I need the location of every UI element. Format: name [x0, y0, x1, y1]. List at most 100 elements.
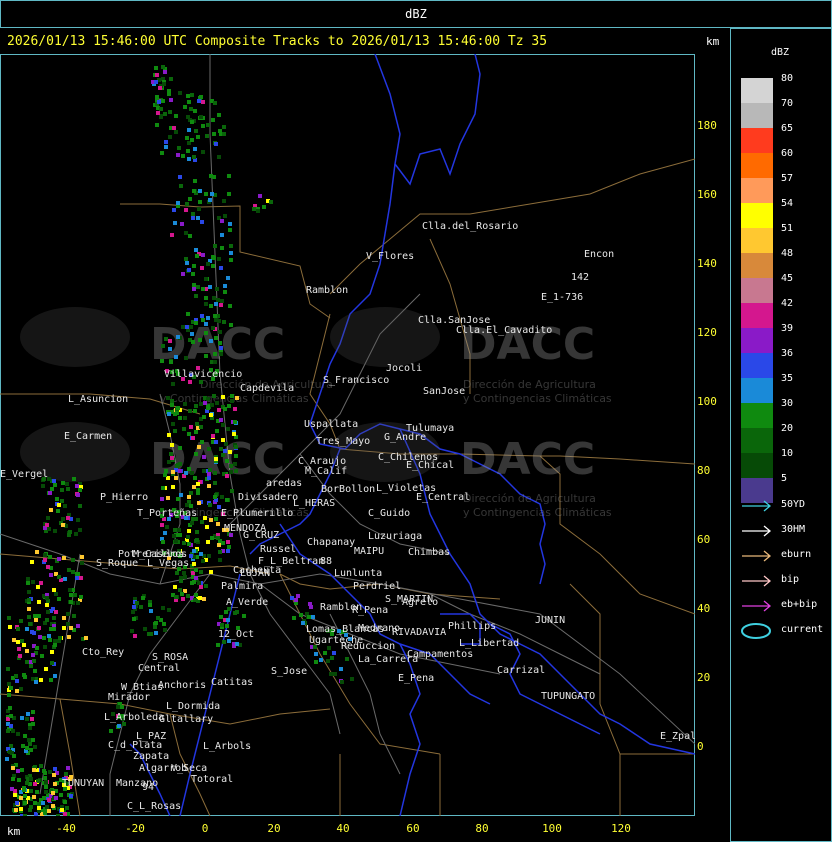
echo-pixel: [176, 153, 180, 157]
place-label: Lunlunta: [334, 568, 382, 579]
echo-pixel: [222, 199, 226, 203]
echo-pixel: [50, 487, 54, 491]
echo-pixel: [198, 596, 202, 600]
place-label: S_Jose: [271, 666, 307, 677]
dacc-watermark-4: DACC Dirección de Agricultura y Continge…: [330, 422, 612, 519]
track-arrow-icon: [742, 575, 772, 587]
echo-pixel: [219, 346, 223, 350]
echo-pixel: [131, 610, 135, 614]
echo-pixel: [12, 638, 16, 642]
echo-pixel: [34, 618, 38, 622]
echo-pixel: [202, 415, 206, 419]
echo-pixel: [60, 808, 64, 812]
place-label: Uspallata: [304, 419, 358, 430]
echo-pixel: [215, 287, 219, 291]
place-label: C_d_Plata: [108, 740, 162, 751]
echo-pixel: [47, 809, 51, 813]
echo-pixel: [15, 689, 19, 693]
echo-pixel: [71, 558, 75, 562]
echo-pixel: [234, 454, 238, 458]
echo-pixel: [23, 734, 27, 738]
track-arrow-icon: [742, 550, 772, 562]
legend-value-label: 51: [781, 223, 794, 234]
place-label: E_Central: [416, 492, 470, 503]
echo-pixel: [199, 380, 203, 384]
echo-pixel: [219, 266, 223, 270]
echo-pixel: [19, 796, 23, 800]
track-legend-label: 30HM: [781, 524, 806, 535]
echo-pixel: [230, 399, 234, 403]
legend-swatch: [741, 253, 773, 278]
echo-pixel: [309, 605, 313, 609]
echo-pixel: [229, 323, 233, 327]
y-tick-label: 20: [697, 671, 711, 684]
echo-pixel: [235, 642, 239, 646]
echo-pixel: [9, 714, 13, 718]
echo-pixel: [160, 523, 164, 527]
radar-map-view[interactable]: DACC Dirección de Agricultura y Continge…: [0, 54, 695, 816]
echo-pixel: [8, 625, 12, 629]
echo-pixel: [39, 764, 43, 768]
echo-pixel: [187, 128, 191, 132]
echo-pixel: [174, 539, 178, 543]
window-title-bar: dBZ: [0, 0, 832, 28]
echo-pixel: [329, 672, 333, 676]
radar-map-canvas[interactable]: DACC Dirección de Agricultura y Continge…: [0, 54, 695, 816]
echo-pixel: [178, 588, 182, 592]
echo-pixel: [43, 558, 47, 562]
echo-pixel: [52, 616, 56, 620]
place-label: R_Pena: [352, 605, 388, 616]
echo-pixel: [174, 130, 178, 134]
echo-pixel: [314, 652, 318, 656]
echo-pixel: [160, 497, 164, 501]
echo-pixel: [7, 693, 11, 697]
place-label: E_1-736: [541, 292, 583, 303]
place-label: aredas: [266, 478, 302, 489]
place-label: L_Asuncion: [68, 394, 128, 405]
echo-pixel: [12, 754, 16, 758]
echo-pixel: [79, 576, 83, 580]
place-label: Campamentos: [407, 649, 473, 660]
echo-pixel: [50, 661, 54, 665]
place-label: SanJose: [423, 386, 465, 397]
echo-pixel: [67, 635, 71, 639]
echo-pixel: [67, 568, 71, 572]
echo-pixel: [178, 469, 182, 473]
x-tick-label: -20: [125, 822, 145, 835]
echo-pixel: [228, 450, 232, 454]
echo-pixel: [162, 622, 166, 626]
x-axis-unit-label: km: [7, 825, 21, 838]
echo-pixel: [5, 757, 9, 761]
echo-pixel: [52, 588, 56, 592]
place-label: L_Arboleda: [104, 712, 164, 723]
echo-pixel: [61, 523, 65, 527]
echo-pixel: [156, 616, 160, 620]
echo-pixel: [56, 509, 60, 513]
echo-pixel: [192, 549, 196, 553]
place-label: MAIPU: [354, 546, 384, 557]
echo-pixel: [184, 231, 188, 235]
echo-pixel: [200, 314, 204, 318]
echo-pixel: [201, 150, 205, 154]
echo-pixel: [143, 627, 147, 631]
echo-pixel: [164, 337, 168, 341]
echo-pixel: [197, 445, 201, 449]
echo-pixel: [76, 601, 80, 605]
echo-pixel: [116, 705, 120, 709]
echo-pixel: [194, 129, 198, 133]
echo-pixel: [37, 806, 41, 810]
echo-pixel: [20, 768, 24, 772]
svg-text:y Contingencias Climáticas: y Contingencias Climáticas: [463, 506, 612, 519]
echo-pixel: [178, 175, 182, 179]
echo-pixel: [174, 595, 178, 599]
echo-pixel: [25, 660, 29, 664]
echo-pixel: [210, 536, 214, 540]
echo-pixel: [207, 472, 211, 476]
echo-pixel: [194, 404, 198, 408]
echo-pixel: [46, 565, 50, 569]
x-tick-label: 60: [406, 822, 420, 835]
echo-pixel: [66, 612, 70, 616]
echo-pixel: [39, 678, 43, 682]
echo-pixel: [188, 234, 192, 238]
place-label: Gltallary: [159, 714, 213, 725]
